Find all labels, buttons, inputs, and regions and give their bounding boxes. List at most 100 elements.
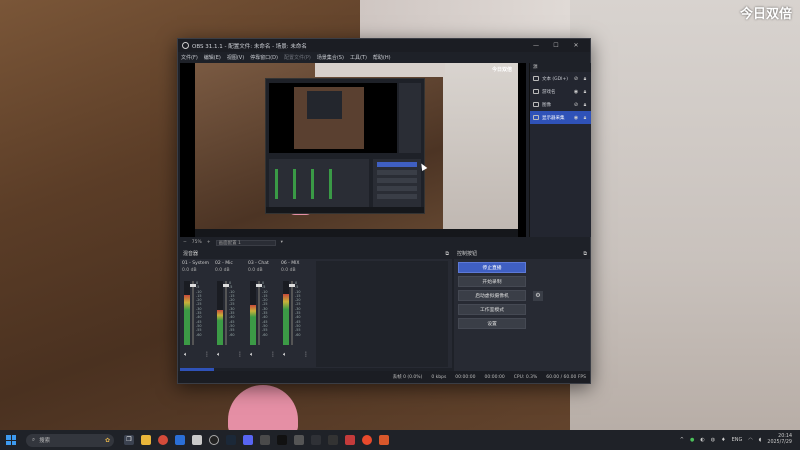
more-options-icon[interactable]: ⋮ [204, 351, 210, 359]
source-item-game-name[interactable]: 游戏名 ◉ 🔒︎ [530, 85, 591, 98]
clock-date: 2025/7/29 [767, 440, 792, 445]
chrome-icon[interactable] [158, 435, 168, 445]
discord-icon[interactable] [243, 435, 253, 445]
lock-icon[interactable]: 🔒︎ [582, 89, 588, 95]
source-item-text[interactable]: 文本 (GDI+) ⊘ 🔒︎ [530, 72, 591, 85]
stop-stream-button[interactable]: 停止直播 [458, 262, 526, 273]
volume-meter-level [184, 295, 190, 345]
menu-docks[interactable]: 停靠窗口(D) [250, 54, 278, 61]
lock-icon[interactable]: 🔒︎ [582, 115, 588, 121]
zoom-plus-button[interactable]: + [207, 240, 211, 245]
eye-off-icon[interactable]: ⊘ [573, 76, 579, 82]
menu-edit[interactable]: 编辑(E) [204, 54, 221, 61]
speaker-icon[interactable]: ◖ [759, 437, 762, 443]
menu-view[interactable]: 视图(V) [227, 54, 244, 61]
image-source-icon [533, 102, 539, 107]
settings-button[interactable]: 设置 [458, 318, 526, 329]
network-icon[interactable]: ◍ [711, 437, 715, 443]
start-virtual-camera-button[interactable]: 启动虚拟摄像机 [458, 290, 526, 301]
nested-sources [399, 83, 421, 153]
meter-ticks: 0 -5 -10 -15 -20 -25 -30 -35 -40 -45 -50 -55 -60 [295, 281, 309, 345]
wifi-icon[interactable]: ◠ [748, 437, 752, 443]
obs-icon[interactable] [209, 435, 219, 445]
mixer-header: 混音器 ⧉ [180, 249, 452, 259]
gamepad-icon[interactable]: ◐ [700, 437, 704, 443]
firefox-icon[interactable] [362, 435, 372, 445]
app-icon[interactable] [260, 435, 270, 445]
dock-undock-icon[interactable]: ⧉ [583, 249, 587, 259]
audio-mixer-panel: 混音器 ⧉ 01 - System 0.0 dB 0 -5 -10 -15 -20 -25 -3… [180, 249, 452, 381]
close-button[interactable]: ✕ [566, 42, 586, 49]
ghost-icon[interactable] [311, 435, 321, 445]
tray-lang[interactable]: ENG [732, 437, 743, 443]
game-source-icon [533, 89, 539, 94]
mixer-title: 混音器 [183, 251, 199, 257]
more-options-icon[interactable]: ⋮ [270, 351, 276, 359]
preview-canvas[interactable]: 今日双倍 [180, 63, 526, 237]
menu-profile[interactable]: 配置文件(P) [284, 54, 311, 61]
minimize-button[interactable]: — [526, 42, 546, 49]
taskbar-search[interactable]: ⌕ 搜索 ✿ [26, 433, 114, 447]
wechat-tray-icon[interactable]: ● [690, 437, 694, 443]
preview-wall-top [315, 63, 445, 77]
status-bar: 丢帧 0 (0.0%) 0 kbps 00:00:00 00:00:00 CPU… [178, 371, 590, 383]
store-icon[interactable] [175, 435, 185, 445]
media-icon[interactable] [379, 435, 389, 445]
netease-music-icon[interactable] [345, 435, 355, 445]
menu-help[interactable]: 帮助(H) [373, 54, 391, 61]
chat-icon[interactable] [328, 435, 338, 445]
lock-icon[interactable]: 🔒︎ [582, 102, 588, 108]
background-wall-top [360, 0, 570, 40]
more-options-icon[interactable]: ⋮ [303, 351, 309, 359]
eye-off-icon[interactable]: ⊘ [573, 102, 579, 108]
speaker-icon[interactable]: 🔈︎ [184, 351, 188, 359]
steam-icon[interactable] [226, 435, 236, 445]
nested-mixer [269, 159, 369, 211]
lock-icon[interactable]: 🔒︎ [582, 76, 588, 82]
eye-icon[interactable]: ◉ [573, 115, 579, 121]
start-record-button[interactable]: 开始录制 [458, 276, 526, 287]
volume-fader[interactable] [190, 281, 196, 345]
tray-chevron-icon[interactable]: ^ [680, 437, 684, 443]
system-tray: ^ ● ◐ ◍ ♦ ENG ◠ ◖ 20:14 2025/7/29 [680, 434, 800, 446]
preview-taskbar [195, 229, 518, 237]
file-explorer-icon[interactable] [141, 435, 151, 445]
meter-tick-label: -60 [262, 332, 268, 337]
scene-select[interactable]: 画面配置 1 [215, 239, 276, 246]
notes-icon[interactable] [192, 435, 202, 445]
stream-watermark: 今日双倍 [739, 7, 792, 22]
mic-icon[interactable]: ♦ [721, 437, 725, 443]
more-options-icon[interactable]: ⋮ [237, 351, 243, 359]
source-item-image[interactable]: 图像 ⊘ 🔒︎ [530, 98, 591, 111]
menu-tools[interactable]: 工具(T) [350, 54, 367, 61]
chevron-down-icon[interactable]: ▾ [281, 240, 283, 245]
window-title: OBS 31.1.1 - 配置文件: 未命名 - 场景: 未命名 [192, 43, 307, 50]
clock[interactable]: 20:14 2025/7/29 [767, 434, 792, 446]
volume-fader[interactable] [256, 281, 262, 345]
channel-name: 01 - System [182, 261, 209, 266]
volume-fader[interactable] [223, 281, 229, 345]
menu-scene-collection[interactable]: 场景集合(S) [317, 54, 344, 61]
windows-start-icon[interactable] [6, 435, 16, 445]
speaker-icon[interactable]: 🔈︎ [217, 351, 221, 359]
studio-mode-button[interactable]: 工作室模式 [458, 304, 526, 315]
menu-bar: 文件(F) 编辑(E) 视图(V) 停靠窗口(D) 配置文件(P) 场景集合(S… [178, 52, 590, 62]
eye-icon[interactable]: ◉ [573, 89, 579, 95]
obs-window: OBS 31.1.1 - 配置文件: 未命名 - 场景: 未命名 — ☐ ✕ 文… [177, 38, 591, 384]
gear-icon[interactable]: ⚙ [533, 290, 543, 301]
maximize-button[interactable]: ☐ [546, 42, 566, 49]
tiktok-icon[interactable] [277, 435, 287, 445]
terminal-icon[interactable] [294, 435, 304, 445]
sources-panel: 源 文本 (GDI+) ⊘ 🔒︎ 游戏名 ◉ 🔒︎ 图像 ⊘ 🔒︎ 显示器采集 … [529, 63, 591, 237]
speaker-icon[interactable]: 🔈︎ [283, 351, 287, 359]
meter-ticks: 0 -5 -10 -15 -20 -25 -30 -35 -40 -45 -50 -55 -60 [196, 281, 210, 345]
source-item-display-capture[interactable]: 显示器采集 ◉ 🔒︎ [530, 111, 591, 124]
menu-file[interactable]: 文件(F) [181, 54, 198, 61]
preview-toolbar: − 75% + 画面配置 1 ▾ [180, 238, 526, 247]
speaker-icon[interactable]: 🔈︎ [250, 351, 254, 359]
zoom-minus-button[interactable]: − [183, 240, 187, 245]
dock-undock-icon[interactable]: ⧉ [445, 249, 449, 259]
volume-fader[interactable] [289, 281, 295, 345]
task-view-icon[interactable]: ❐ [124, 435, 134, 445]
sources-title: 源 [530, 63, 591, 72]
